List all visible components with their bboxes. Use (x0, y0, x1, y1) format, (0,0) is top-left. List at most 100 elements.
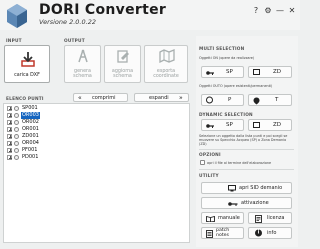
circle-icon (206, 96, 213, 104)
t-label: T (275, 97, 279, 103)
expand-node-icon[interactable] (7, 127, 12, 132)
collapse-button[interactable]: « comprimi (73, 93, 128, 102)
multi-selection-label: MULTI SELECTION (199, 47, 245, 52)
info-icon: i (255, 229, 262, 237)
compass-icon (78, 49, 88, 63)
multi-sp-button[interactable]: SP (201, 66, 244, 78)
patch-notes-label: patch notes (216, 228, 230, 238)
dynamic-sp-button[interactable]: SP (201, 119, 244, 131)
point-label: SP001 (22, 105, 38, 111)
options-label: OPZIONI (199, 153, 221, 158)
activation-label: attivazione (241, 200, 269, 206)
multi-t-button[interactable]: T (248, 94, 292, 106)
dynamic-zd-button[interactable]: ZD (248, 119, 292, 131)
dynamic-selection-label: DYNAMIC SELECTION (199, 113, 253, 118)
dynamic-selection-hint: Selezione un oggetto dalla lista punti e… (199, 134, 288, 147)
map-icon (159, 49, 175, 63)
activation-button[interactable]: attivazione (201, 197, 292, 209)
point-list[interactable]: SP001 OR003 OR002 OR001 ZD001 OR004 PF00… (3, 103, 190, 243)
expand-label: espandi (149, 94, 169, 101)
point-label: ZD001 (22, 133, 39, 139)
settings-icon[interactable]: ⚙ (263, 6, 273, 16)
multi-zd-button[interactable]: ZD (248, 66, 292, 78)
p-label: P (228, 97, 232, 103)
key-icon (206, 124, 214, 128)
point-status-icon (14, 155, 19, 160)
zd-label: ZD (273, 122, 282, 128)
monitor-icon (228, 185, 236, 192)
divider (199, 149, 294, 150)
key-icon (228, 202, 238, 206)
objects-on-hint: Oggetti ON (opere da realizzare) (199, 56, 255, 60)
update-scheme-label: aggiorna schema (111, 69, 134, 79)
multi-p-button[interactable]: P (201, 94, 244, 106)
collapse-arrows-icon: « (78, 94, 82, 101)
download-icon (21, 52, 35, 67)
sp-label: SP (226, 69, 233, 75)
utility-label: UTILITY (199, 174, 219, 179)
point-label: OR004 (22, 140, 39, 146)
notes-icon (206, 230, 213, 238)
point-label: PD001 (22, 154, 39, 160)
app-title: DORI Converter (39, 2, 167, 18)
collapse-label: comprimi (92, 94, 116, 101)
point-status-icon (14, 141, 19, 146)
manual-label: manuale (218, 215, 240, 221)
load-dxf-button[interactable]: carica DXF (4, 45, 50, 83)
dori-logo-icon (7, 4, 27, 28)
export-coordinates-label: esporta coordinate (153, 69, 179, 79)
expand-node-icon[interactable] (7, 120, 12, 125)
expand-node-icon[interactable] (7, 141, 12, 146)
point-status-icon (14, 127, 19, 132)
zd-label: ZD (273, 69, 282, 75)
point-list-label: ELENCO PUNTI (6, 97, 44, 102)
tools-panel: MULTI SELECTION Oggetti ON (opere da rea… (196, 36, 298, 247)
open-sid-label: apri SID demanio (239, 185, 283, 191)
app-version: Versione 2.0.0.22 (39, 18, 96, 26)
point-label: OR003 (21, 112, 40, 119)
sp-label: SP (226, 122, 233, 128)
input-section-label: INPUT (6, 39, 22, 44)
license-button[interactable]: licenza (248, 212, 292, 224)
expand-node-icon[interactable] (7, 113, 12, 118)
point-status-icon (14, 120, 19, 125)
license-document-icon (255, 215, 262, 223)
objects-out-hint: Oggetti OUTO (opere esistenti/permanenti… (199, 84, 273, 88)
point-status-icon (14, 134, 19, 139)
point-status-icon (14, 148, 19, 153)
info-button[interactable]: i info (248, 227, 292, 239)
open-file-checkbox[interactable] (200, 160, 205, 165)
help-button[interactable]: ? (251, 6, 261, 16)
expand-arrows-icon: » (179, 94, 183, 101)
expand-node-icon[interactable] (7, 134, 12, 139)
patch-notes-button[interactable]: patch notes (201, 227, 244, 239)
expand-node-icon[interactable] (7, 148, 12, 153)
point-status-icon (14, 113, 19, 118)
point-label: OR002 (22, 119, 39, 125)
output-section-label: OUTPUT (64, 39, 85, 44)
point-label: PF001 (22, 147, 38, 153)
license-label: licenza (267, 215, 285, 221)
close-button[interactable]: ✕ (287, 6, 297, 16)
pin-icon (253, 97, 260, 105)
expand-button[interactable]: espandi » (134, 93, 189, 102)
square-icon (253, 69, 260, 75)
create-scheme-label: genera schema (73, 69, 92, 79)
edit-document-icon (117, 50, 129, 63)
create-scheme-button[interactable]: genera schema (64, 45, 101, 83)
expand-node-icon[interactable] (7, 106, 12, 111)
point-label: OR001 (22, 126, 39, 132)
open-sid-button[interactable]: apri SID demanio (201, 182, 292, 194)
info-label: info (267, 230, 277, 236)
manual-button[interactable]: manuale (201, 212, 244, 224)
open-file-option-label: apri il file al termine dell'elaborazion… (207, 161, 272, 165)
export-coordinates-button[interactable]: esporta coordinate (144, 45, 188, 83)
square-icon (253, 122, 260, 128)
update-scheme-button[interactable]: aggiorna schema (104, 45, 141, 83)
title-bar: DORI Converter Versione 2.0.0.22 ? ⚙ — ✕ (0, 0, 300, 30)
load-dxf-label: carica DXF (14, 73, 40, 78)
minimize-button[interactable]: — (275, 6, 285, 16)
expand-node-icon[interactable] (7, 155, 12, 160)
book-icon (206, 216, 215, 222)
key-icon (206, 71, 214, 75)
